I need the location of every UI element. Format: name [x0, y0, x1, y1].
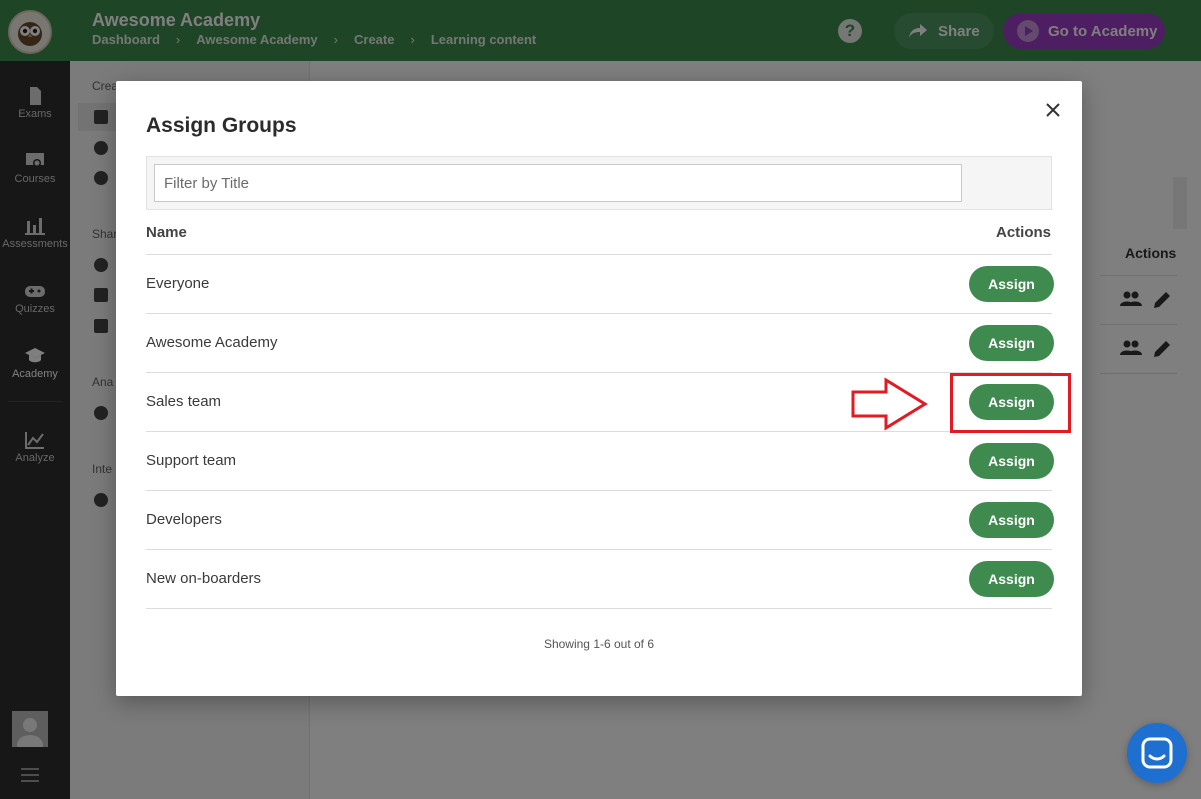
- dialog-title: Assign Groups: [146, 114, 297, 137]
- annotation-arrow-icon: [851, 377, 928, 431]
- chat-icon: [1141, 737, 1173, 769]
- column-header-name: Name: [146, 224, 187, 241]
- group-name: New on-boarders: [146, 570, 262, 587]
- assign-button-new-on-boarders[interactable]: Assign: [969, 561, 1054, 597]
- group-name: Developers: [146, 511, 222, 528]
- assign-button-awesome-academy[interactable]: Assign: [969, 325, 1054, 361]
- close-icon[interactable]: [1042, 99, 1064, 121]
- group-name: Awesome Academy: [146, 334, 278, 351]
- table-row: Support team Assign: [146, 432, 1054, 491]
- annotation-highlight-box: [950, 373, 1071, 433]
- assign-groups-dialog: Assign Groups Name Actions Everyone Assi…: [116, 81, 1082, 696]
- column-header-actions: Actions: [995, 224, 1051, 241]
- table-row: Everyone Assign: [146, 255, 1054, 314]
- pagination-status: Showing 1-6 out of 6: [543, 637, 655, 651]
- table-row: New on-boarders Assign: [146, 550, 1054, 609]
- group-name: Support team: [146, 452, 237, 469]
- group-name: Everyone: [146, 275, 210, 292]
- assign-button-developers[interactable]: Assign: [969, 502, 1054, 538]
- group-name: Sales team: [146, 393, 222, 410]
- table-row: Developers Assign: [146, 491, 1054, 550]
- table-row: Awesome Academy Assign: [146, 314, 1054, 373]
- assign-button-support-team[interactable]: Assign: [969, 443, 1054, 479]
- assign-button-everyone[interactable]: Assign: [969, 266, 1054, 302]
- filter-bar: [146, 156, 1052, 210]
- filter-by-title-input[interactable]: [154, 164, 962, 202]
- chat-launcher-button[interactable]: [1127, 723, 1187, 783]
